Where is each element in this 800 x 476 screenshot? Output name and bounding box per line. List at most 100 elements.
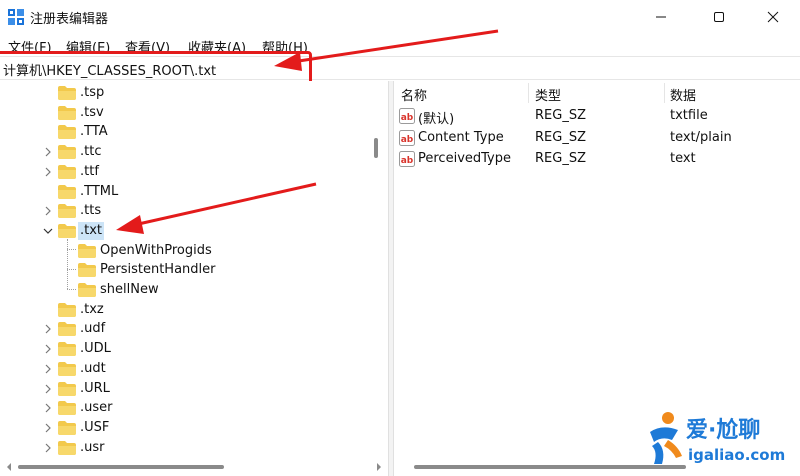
folder-icon	[58, 204, 76, 219]
tree-node[interactable]: .txt	[0, 221, 370, 241]
tree-node[interactable]: .ttc	[0, 142, 370, 162]
tree-node[interactable]: .TTML	[0, 182, 370, 202]
close-icon	[767, 11, 779, 23]
chevron-right-icon[interactable]	[42, 363, 54, 375]
chevron-right-icon[interactable]	[42, 383, 54, 395]
tree-vertical-scrollbar-thumb[interactable]	[374, 138, 378, 158]
folder-icon	[58, 440, 76, 455]
value-data-cell: text	[670, 151, 696, 166]
value-row[interactable]: ab PerceivedType REG_SZ text	[394, 149, 800, 170]
folder-icon	[78, 263, 96, 278]
tree-node-label: .TTA	[80, 124, 108, 140]
folder-icon	[58, 105, 76, 120]
tree-node[interactable]: .tsp	[0, 83, 370, 103]
column-header-type[interactable]: 类型	[535, 85, 561, 104]
string-value-icon: ab	[399, 151, 415, 167]
chevron-right-icon[interactable]	[42, 442, 54, 454]
string-value-icon: ab	[399, 129, 415, 146]
tree-node-label: OpenWithProgids	[100, 242, 212, 258]
tree-node[interactable]: .usr	[0, 438, 370, 458]
svg-text:ab: ab	[401, 135, 414, 145]
minimize-icon	[656, 16, 666, 18]
tree-node[interactable]: .ttf	[0, 162, 370, 182]
chevron-down-icon[interactable]	[42, 225, 54, 237]
watermark-brand: 爱·尬聊	[686, 418, 761, 443]
chevron-right-icon[interactable]	[42, 146, 54, 158]
registry-icon	[8, 9, 24, 25]
value-row[interactable]: ab Content Type REG_SZ text/plain	[394, 128, 800, 149]
tree-node[interactable]: .UDL	[0, 339, 370, 359]
tree-node[interactable]: PersistentHandler	[0, 260, 370, 280]
column-separator[interactable]	[528, 83, 529, 103]
tree-node-label: .UDL	[80, 341, 111, 357]
folder-icon	[58, 223, 76, 238]
watermark-logo: 爱·尬聊 igaliao.com	[640, 408, 800, 472]
tree-node-label: shellNew	[100, 282, 159, 297]
tree-node[interactable]: .udt	[0, 359, 370, 379]
folder-icon	[58, 342, 76, 357]
tree-node[interactable]: .URL	[0, 379, 370, 399]
column-header-data[interactable]: 数据	[670, 85, 696, 104]
tree-node[interactable]: .USF	[0, 418, 370, 438]
tree-node-label: .USF	[80, 419, 110, 435]
minimize-button[interactable]	[638, 0, 684, 34]
value-data-cell: text/plain	[670, 129, 732, 145]
tree-node-label: .TTML	[80, 183, 119, 199]
window-title: 注册表编辑器	[30, 12, 109, 27]
folder-icon	[58, 322, 76, 337]
tree-node-label: .tts	[80, 203, 102, 219]
value-name-cell: Content Type	[418, 129, 504, 145]
column-separator[interactable]	[664, 83, 665, 103]
folder-icon	[58, 361, 76, 376]
tree-node[interactable]: .txz	[0, 300, 370, 320]
chevron-right-icon[interactable]	[42, 323, 54, 335]
tree-node[interactable]: .udf	[0, 319, 370, 339]
folder-icon	[58, 164, 76, 179]
maximize-button[interactable]	[696, 0, 742, 34]
svg-text:ab: ab	[401, 156, 414, 166]
tree-node-label: .udt	[80, 360, 106, 376]
folder-icon	[58, 125, 76, 140]
title-bar: 注册表编辑器	[0, 0, 800, 34]
value-row[interactable]: ab (默认) REG_SZ txtfile	[394, 106, 800, 127]
folder-icon	[58, 420, 76, 435]
watermark-domain: igaliao.com	[688, 446, 786, 464]
tree-node[interactable]: .user	[0, 398, 370, 418]
folder-icon	[58, 401, 76, 416]
folder-icon	[58, 86, 76, 100]
scroll-left-icon[interactable]	[4, 462, 14, 472]
scroll-right-icon[interactable]	[374, 462, 384, 472]
folder-icon	[58, 145, 76, 160]
value-data-cell: txtfile	[670, 108, 708, 123]
tree-node-label: .txt	[78, 221, 105, 240]
key-tree-pane[interactable]: .tsp .tsv .TTA .ttc .ttf .TTML .tts .txt OpenWit…	[0, 81, 388, 476]
tree-node[interactable]: .tsv	[0, 103, 370, 123]
folder-icon	[58, 381, 76, 396]
tree-node-label: .tsv	[80, 104, 104, 120]
tree-node[interactable]: .tts	[0, 201, 370, 221]
folder-icon	[58, 184, 76, 199]
value-type-cell: REG_SZ	[535, 108, 586, 123]
tree-node-label: PersistentHandler	[100, 262, 216, 278]
tree-node[interactable]: shellNew	[0, 280, 370, 300]
close-button[interactable]	[750, 0, 796, 34]
chevron-right-icon[interactable]	[42, 402, 54, 414]
chevron-right-icon[interactable]	[42, 166, 54, 178]
string-value-icon: ab	[399, 108, 415, 124]
tree-node-label: .tsp	[80, 85, 105, 100]
list-header: 名称 类型 数据	[394, 81, 800, 105]
tree-node-label: .user	[80, 400, 113, 416]
chevron-right-icon[interactable]	[42, 205, 54, 217]
tree-node-label: .usr	[80, 439, 105, 455]
tree-node-label: .ttc	[80, 144, 102, 160]
value-name-cell: (默认)	[418, 112, 455, 127]
tree-horizontal-scrollbar-thumb[interactable]	[18, 465, 224, 469]
chevron-right-icon[interactable]	[42, 343, 54, 355]
chevron-right-icon[interactable]	[42, 422, 54, 434]
column-header-name[interactable]: 名称	[401, 85, 427, 104]
tree-node[interactable]: OpenWithProgids	[0, 241, 370, 261]
tree-node-label: .ttf	[80, 163, 99, 179]
tree-node[interactable]: .TTA	[0, 122, 370, 142]
folder-icon	[78, 283, 96, 297]
watermark-runner-icon	[650, 412, 682, 464]
